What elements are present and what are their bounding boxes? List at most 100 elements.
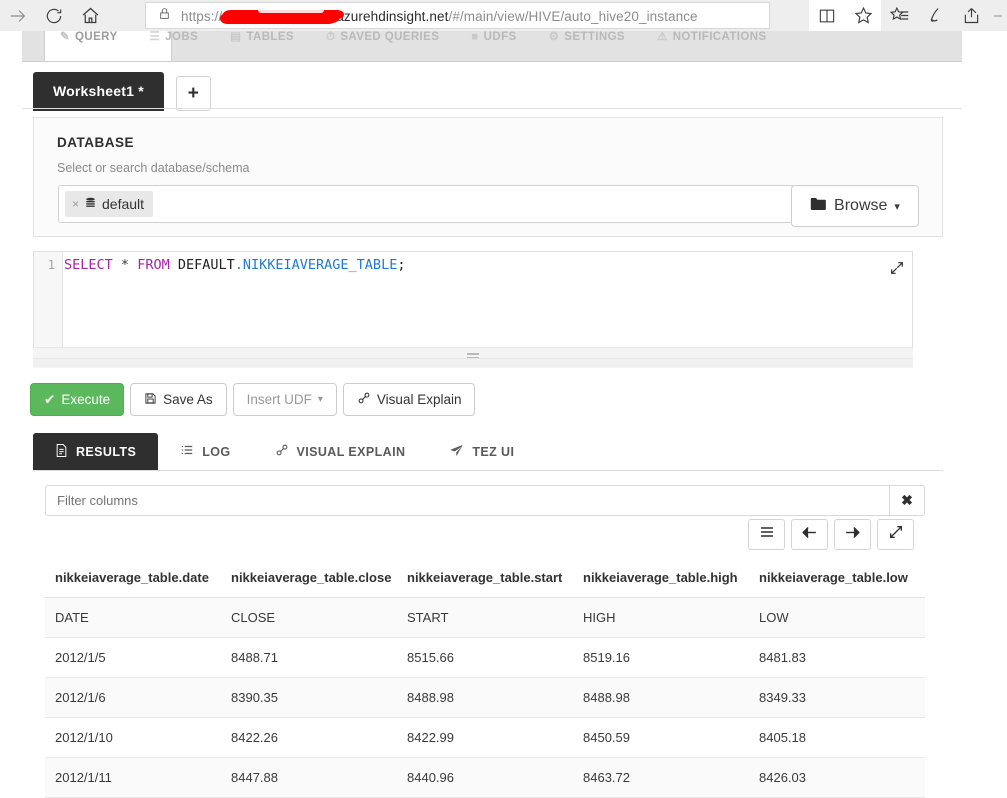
nav-tab-label: QUERY — [75, 31, 118, 43]
nav-tab-query[interactable]: ✎ QUERY — [44, 31, 134, 53]
hub-favorites-icon[interactable] — [881, 0, 917, 31]
browse-button-label: Browse — [834, 197, 888, 214]
add-worksheet-button[interactable]: + — [175, 76, 211, 111]
worksheet-tabs-divider — [22, 108, 962, 109]
close-icon[interactable]: × — [72, 197, 79, 211]
tab-results-label: RESULTS — [76, 444, 137, 459]
url-host: azurehdinsight.net — [336, 8, 449, 24]
table-cell: 8422.99 — [397, 717, 573, 758]
column-header[interactable]: nikkeiaverage_table.date — [45, 563, 221, 598]
worksheet-tab[interactable]: Worksheet1 * — [33, 72, 164, 111]
tab-visual-explain[interactable]: VISUAL EXPLAIN — [253, 433, 428, 470]
table-cell: 8405.18 — [749, 717, 925, 758]
table-cell: 8426.03 — [749, 757, 925, 798]
execute-button[interactable]: ✔ Execute — [30, 383, 125, 416]
cube-icon: ■ — [471, 31, 479, 43]
nav-tab-jobs[interactable]: ☰ JOBS — [134, 31, 215, 53]
table-cell: HIGH — [573, 597, 749, 638]
nav-tab-tables[interactable]: ▤ TABLES — [214, 31, 310, 53]
link-icon — [275, 443, 289, 460]
nav-tab-notifications[interactable]: ⚠ NOTIFICATIONS — [641, 31, 783, 53]
sql-table: .NIKKEIAVERAGE_TABLE — [234, 257, 398, 273]
table-cell: START — [397, 597, 573, 638]
favorite-star-icon[interactable] — [845, 0, 881, 31]
column-header[interactable]: nikkeiaverage_table.close — [221, 563, 397, 598]
table-cell: 2012/1/6 — [45, 677, 221, 718]
fullscreen-button[interactable] — [877, 519, 914, 550]
table-row: 2012/1/11 8447.88 8440.96 8463.72 8426.0… — [45, 757, 925, 798]
tab-tez-ui[interactable]: TEZ UI — [427, 433, 536, 470]
floppy-disk-icon — [144, 392, 157, 408]
nav-tab-label: JOBS — [165, 31, 199, 43]
url-prefix: https:// — [181, 8, 223, 24]
reading-view-icon[interactable] — [809, 0, 845, 31]
clock-icon: ⏱ — [325, 31, 336, 43]
address-bar[interactable]: https:// azurehdinsight.net/#/main/view/H… — [145, 2, 770, 29]
forward-icon[interactable] — [0, 0, 36, 31]
column-header[interactable]: nikkeiaverage_table.high — [573, 563, 749, 598]
filter-columns-input[interactable] — [45, 485, 889, 516]
expand-editor-icon[interactable] — [889, 260, 905, 280]
database-chip[interactable]: × default — [65, 191, 154, 217]
editor-horizontal-scrollbar[interactable] — [33, 358, 913, 367]
browse-button[interactable]: Browse ▾ — [791, 185, 919, 227]
results-table-head: nikkeiaverage_table.date nikkeiaverage_t… — [45, 563, 925, 598]
table-cell: 2012/1/11 — [45, 757, 221, 798]
nav-tab-udfs[interactable]: ■ UDFS — [455, 31, 532, 53]
table-cell: 8422.26 — [221, 717, 397, 758]
more-icon[interactable] — [989, 0, 1007, 31]
web-note-pen-icon[interactable] — [917, 0, 953, 31]
save-as-button[interactable]: Save As — [130, 383, 227, 416]
table-cell: LOW — [749, 597, 925, 638]
table-cell: 8440.96 — [397, 757, 573, 798]
table-cell: 8463.72 — [573, 757, 749, 798]
table-cell: 8488.98 — [573, 677, 749, 718]
results-table: nikkeiaverage_table.date nikkeiaverage_t… — [45, 563, 925, 798]
table-cell: 8488.98 — [397, 677, 573, 718]
worksheet-tabs: Worksheet1 * + — [33, 72, 211, 111]
previous-page-button[interactable] — [791, 519, 828, 550]
database-panel: DATABASE Select or search database/schem… — [33, 117, 943, 237]
insert-udf-button[interactable]: Insert UDF ▾ — [232, 383, 337, 416]
column-header[interactable]: nikkeiaverage_table.low — [749, 563, 925, 598]
table-cell: 8515.66 — [397, 637, 573, 678]
table-cell: DATE — [45, 597, 221, 638]
column-list-button[interactable] — [748, 519, 785, 550]
nav-tab-settings[interactable]: ⚙ SETTINGS — [533, 31, 641, 53]
table-cell: 2012/1/10 — [45, 717, 221, 758]
lock-icon — [158, 6, 171, 26]
tasks-icon: ☰ — [149, 31, 161, 43]
table-icon: ▤ — [230, 31, 242, 43]
table-cell: 8519.16 — [573, 637, 749, 678]
database-select[interactable]: × default — [58, 185, 795, 223]
bell-icon: ⚠ — [657, 31, 668, 43]
tab-results[interactable]: RESULTS — [33, 433, 159, 470]
visual-explain-button[interactable]: Visual Explain — [342, 383, 476, 416]
table-row: 2012/1/10 8422.26 8422.99 8450.59 8405.1… — [45, 717, 925, 758]
results-tab-bar: RESULTS LOG VISUAL EXPLAIN TEZ UI — [33, 433, 943, 471]
nav-tab-label: TABLES — [246, 31, 294, 43]
editor-actions: ✔ Execute Save As Insert UDF ▾ Visual Ex… — [30, 383, 476, 416]
tab-visual-explain-label: VISUAL EXPLAIN — [296, 444, 406, 459]
home-icon[interactable] — [72, 0, 108, 31]
table-cell: 8390.35 — [221, 677, 397, 718]
tab-log-label: LOG — [202, 444, 231, 459]
next-page-button[interactable] — [834, 519, 871, 550]
sql-schema: DEFAULT — [177, 257, 235, 273]
table-row: DATE CLOSE START HIGH LOW — [45, 597, 925, 638]
database-panel-subtitle: Select or search database/schema — [57, 161, 250, 175]
clear-filter-button[interactable]: ✖ — [889, 485, 925, 516]
column-header[interactable]: nikkeiaverage_table.start — [397, 563, 573, 598]
table-row: 2012/1/6 8390.35 8488.98 8488.98 8349.33 — [45, 677, 925, 718]
paper-plane-icon — [449, 443, 464, 461]
nav-tab-label: SAVED QUERIES — [340, 31, 440, 43]
chevron-down-icon: ▾ — [894, 200, 900, 213]
table-cell: 8349.33 — [749, 677, 925, 718]
table-cell: 8481.83 — [749, 637, 925, 678]
nav-tab-saved-queries[interactable]: ⏱ SAVED QUERIES — [310, 31, 455, 53]
pencil-icon: ✎ — [60, 31, 71, 43]
share-icon[interactable] — [953, 0, 989, 31]
tab-log[interactable]: LOG — [158, 433, 252, 470]
table-cell: 2012/1/5 — [45, 637, 221, 678]
refresh-icon[interactable] — [36, 0, 72, 31]
